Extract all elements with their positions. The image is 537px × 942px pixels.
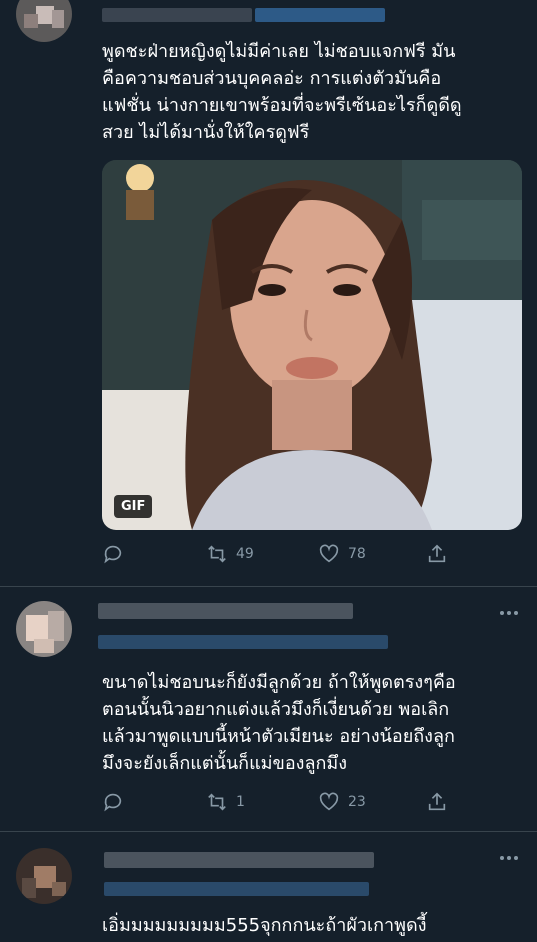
reply-icon xyxy=(104,545,122,564)
more-icon[interactable] xyxy=(500,611,522,617)
more-icon[interactable] xyxy=(500,856,522,862)
retweet-count: 1 xyxy=(236,794,245,810)
tweet-actions: 49 78 xyxy=(102,542,522,566)
tweet-text: เอิ่มมมมมมมมม555จุกกกนะถ้าผัวเกาพูดงี้ xyxy=(102,915,427,936)
avatar-pixel xyxy=(34,639,54,653)
avatar[interactable] xyxy=(16,848,72,904)
avatar-pixel xyxy=(52,10,64,28)
tweet-2[interactable]: ขนาดไม่ชอบนะก็ยังมีลูกด้วย ถ้าให้พูดตรงๆ… xyxy=(0,587,537,831)
avatar[interactable] xyxy=(16,601,72,657)
tweet-3[interactable]: เอิ่มมมมมมมมม555จุกกกนะถ้าผัวเกาพูดงี้ xyxy=(0,832,537,942)
like-button[interactable]: 78 xyxy=(318,542,366,566)
retweet-icon xyxy=(208,793,226,811)
handle-redacted xyxy=(104,882,369,896)
avatar-pixel xyxy=(24,14,38,28)
retweet-icon xyxy=(208,545,226,563)
retweet-button[interactable]: 49 xyxy=(206,542,254,566)
avatar-pixel xyxy=(52,882,66,896)
avatar-pixel xyxy=(22,878,36,898)
tweet-text: ขนาดไม่ชอบนะก็ยังมีลูกด้วย ถ้าให้พูดตรงๆ… xyxy=(102,672,456,774)
username-redacted xyxy=(104,852,374,868)
like-count: 23 xyxy=(348,794,366,810)
handle-redacted xyxy=(255,8,385,22)
reply-button[interactable] xyxy=(102,542,132,566)
reply-icon xyxy=(104,793,122,812)
avatar-pixel xyxy=(48,611,64,641)
avatar[interactable] xyxy=(16,0,72,42)
tweet-1[interactable]: พูดชะฝ่ายหญิงดูไม่มีค่าเลย ไม่ชอบแจกฟรี … xyxy=(0,0,537,588)
share-icon xyxy=(428,792,446,811)
like-icon xyxy=(319,544,339,563)
handle-redacted xyxy=(98,635,388,649)
tweet-text: พูดชะฝ่ายหญิงดูไม่มีค่าเลย ไม่ชอบแจกฟรี … xyxy=(102,41,462,143)
tweet-gif[interactable]: GIF xyxy=(102,160,522,530)
like-button[interactable]: 23 xyxy=(318,790,366,814)
share-button[interactable] xyxy=(426,542,456,566)
like-icon xyxy=(319,792,339,811)
like-count: 78 xyxy=(348,546,366,562)
gif-badge: GIF xyxy=(114,495,153,518)
share-icon xyxy=(428,544,446,563)
reply-button[interactable] xyxy=(102,790,132,814)
tweet-actions: 1 23 xyxy=(102,790,522,814)
retweet-button[interactable]: 1 xyxy=(206,790,245,814)
username-redacted xyxy=(98,603,353,619)
retweet-count: 49 xyxy=(236,546,254,562)
avatar-pixel xyxy=(26,615,48,641)
gif-image xyxy=(102,160,522,530)
username-redacted xyxy=(102,8,252,22)
share-button[interactable] xyxy=(426,790,456,814)
